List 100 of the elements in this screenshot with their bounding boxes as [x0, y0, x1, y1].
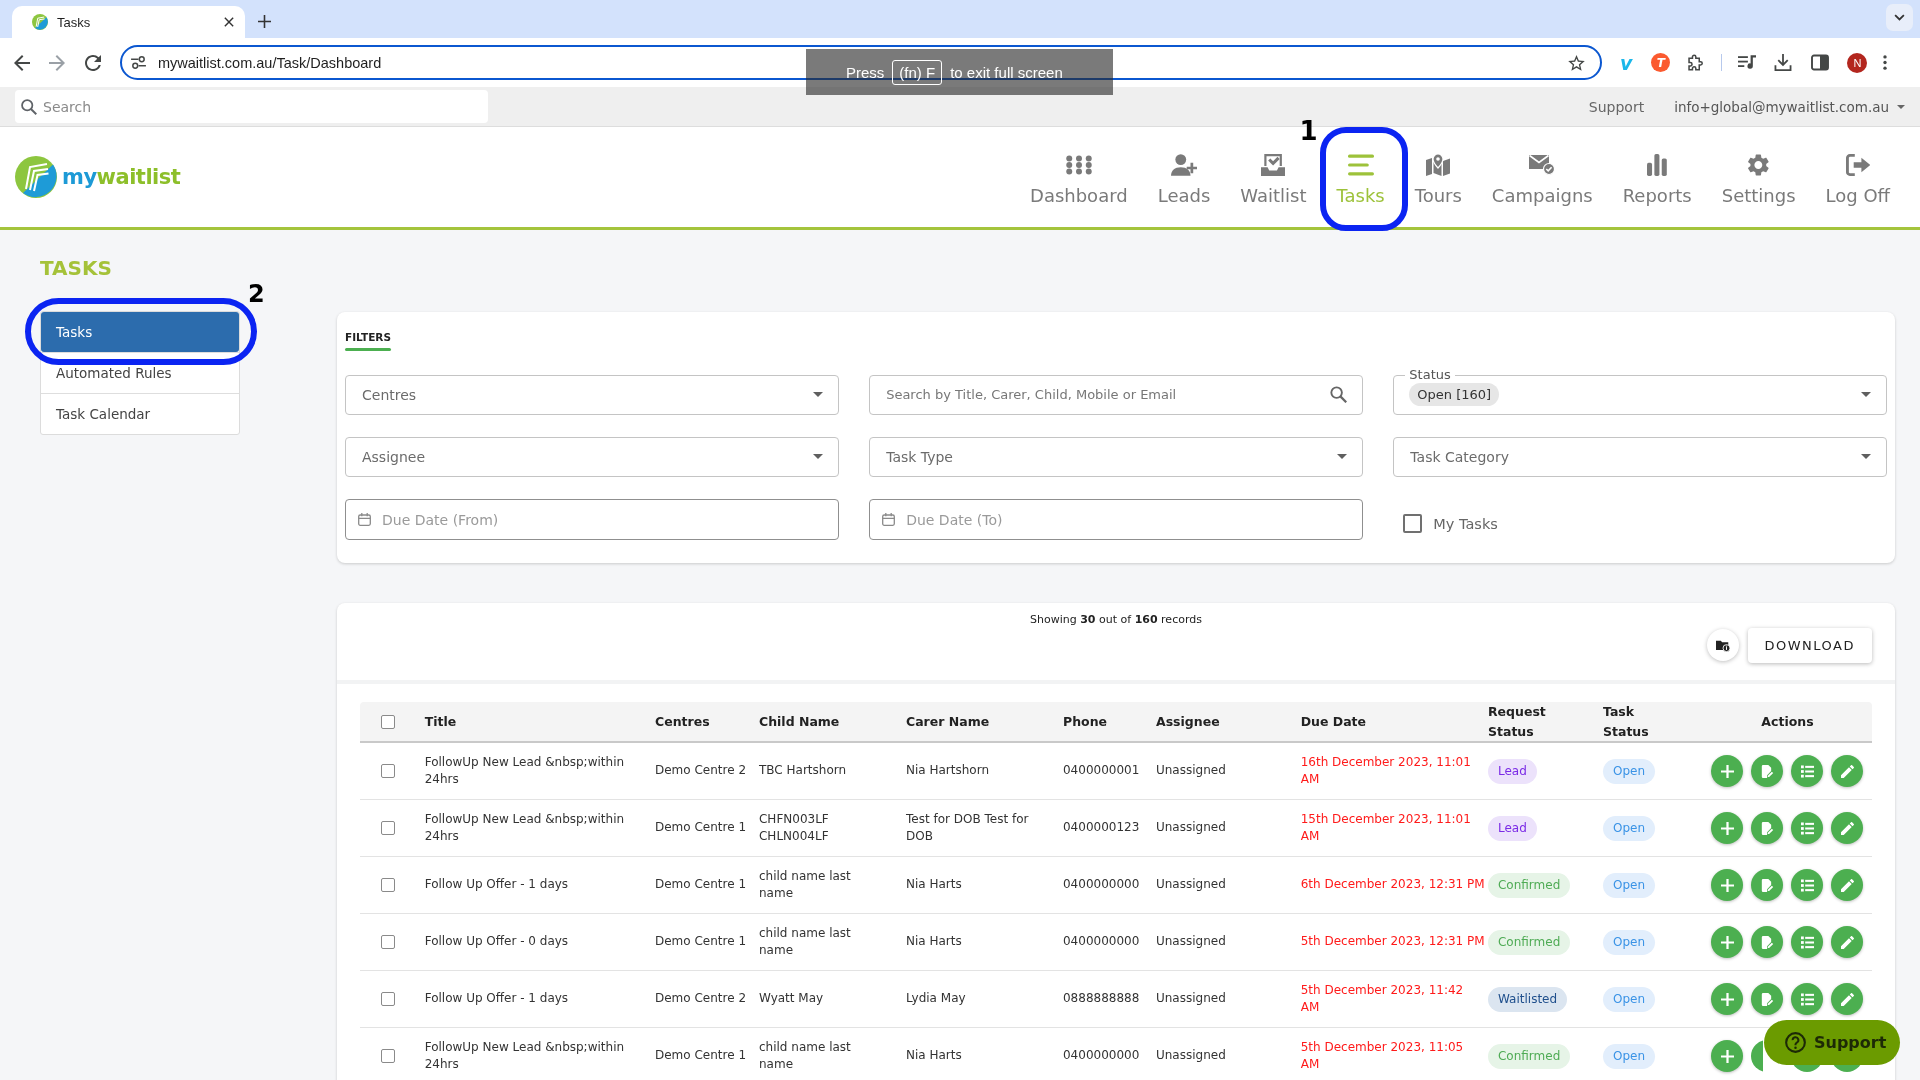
nav-item[interactable]: Settings: [1721, 152, 1796, 207]
checkbox[interactable]: [381, 878, 395, 892]
note-edit-button[interactable]: [1751, 926, 1784, 958]
add-button[interactable]: [1711, 983, 1744, 1015]
search-icon: [1329, 386, 1347, 403]
status-badge: Open: [1602, 758, 1656, 784]
table-cell-text: 15th December 2023, 11:01 AM: [1300, 810, 1472, 845]
dropdown-field[interactable]: Centres: [345, 375, 839, 415]
note-edit-button[interactable]: [1751, 755, 1784, 787]
download-icon[interactable]: [1774, 54, 1793, 71]
list-button[interactable]: [1791, 926, 1824, 958]
checkbox[interactable]: [381, 715, 395, 729]
list-button[interactable]: [1791, 983, 1824, 1015]
url-text: mywaitlist.com.au/Task/Dashboard: [158, 54, 383, 71]
status-badge: Open: [1602, 1043, 1656, 1069]
document-edit-icon: [1760, 764, 1774, 778]
table-cell-text: Demo Centre 1: [655, 1047, 748, 1065]
checkbox[interactable]: [381, 992, 395, 1006]
nav-item[interactable]: Reports: [1622, 152, 1692, 207]
search-field[interactable]: Search: [15, 90, 488, 123]
support-button[interactable]: Support: [1764, 1020, 1900, 1065]
side-panel-icon[interactable]: [1811, 54, 1830, 71]
add-button[interactable]: [1711, 812, 1744, 844]
back-arrow-icon[interactable]: [14, 54, 30, 71]
list-icon: [1800, 821, 1814, 835]
tab-list-button[interactable]: [1886, 3, 1913, 31]
add-button[interactable]: [1711, 755, 1744, 787]
account-menu[interactable]: info+global@mywaitlist.com.au: [1674, 98, 1905, 115]
profile-avatar[interactable]: N: [1847, 52, 1868, 73]
add-button[interactable]: [1711, 926, 1744, 958]
column-header: Child Name: [759, 713, 841, 731]
search-icon: [21, 98, 37, 115]
nav-item[interactable]: Leads: [1157, 152, 1211, 207]
search-field[interactable]: Search by Title, Carer, Child, Mobile or Email: [869, 375, 1363, 415]
nav-item[interactable]: Waitlist: [1240, 152, 1307, 207]
playlist-icon[interactable]: [1738, 54, 1757, 71]
table-cell-text: Nia Hartshorn: [906, 762, 990, 780]
list-button[interactable]: [1791, 755, 1824, 787]
edit-button[interactable]: [1831, 926, 1864, 958]
pencil-icon: [1840, 764, 1854, 778]
dropdown-field[interactable]: Task Type: [869, 437, 1363, 477]
note-edit-button[interactable]: [1751, 1040, 1764, 1072]
support-link[interactable]: Support: [1588, 98, 1645, 115]
nav-item[interactable]: Campaigns: [1491, 152, 1593, 207]
envelope-check-icon: [1529, 153, 1556, 176]
plus-icon: [1720, 821, 1734, 835]
page-title: TASKS: [40, 256, 112, 280]
edit-button[interactable]: [1831, 812, 1864, 844]
column-header: Task Status: [1602, 703, 1650, 741]
checkbox-label: My Tasks: [1433, 515, 1498, 532]
filters-tab[interactable]: FILTERS: [345, 330, 391, 351]
logo-text: waitlist: [96, 165, 181, 189]
folder-info-button[interactable]: [1707, 629, 1739, 662]
table-cell-text: 0400000123: [1063, 819, 1141, 837]
sidebar-item[interactable]: Automated Rules: [41, 353, 239, 393]
nav-item[interactable]: Tours: [1414, 152, 1462, 207]
note-edit-button[interactable]: [1751, 983, 1784, 1015]
date-field[interactable]: Due Date (To): [869, 499, 1363, 540]
checkbox[interactable]: [381, 935, 395, 949]
add-button[interactable]: [1711, 869, 1744, 901]
add-button[interactable]: [1711, 1040, 1744, 1072]
dropdown-field[interactable]: Task Category: [1393, 437, 1887, 477]
column-header: Title: [424, 713, 458, 731]
checkbox[interactable]: [381, 821, 395, 835]
plus-icon[interactable]: [258, 15, 271, 28]
edit-button[interactable]: [1831, 983, 1864, 1015]
checkbox[interactable]: [381, 1049, 395, 1063]
extension-button[interactable]: T: [1651, 53, 1671, 72]
browser-tab[interactable]: Tasks: [12, 6, 245, 38]
column-header: Actions: [1760, 713, 1815, 731]
download-button[interactable]: DOWNLOAD: [1747, 627, 1872, 663]
list-button[interactable]: [1791, 812, 1824, 844]
sidebar-item[interactable]: Tasks: [41, 312, 239, 352]
list-button[interactable]: [1791, 869, 1824, 901]
nav-item[interactable]: Dashboard: [1030, 152, 1128, 207]
star-icon[interactable]: [1568, 54, 1585, 71]
status-badge: Open: [1602, 815, 1656, 841]
reload-icon[interactable]: [85, 54, 101, 71]
edit-button[interactable]: [1831, 755, 1864, 787]
table-cell-text: Unassigned: [1156, 990, 1227, 1008]
more-menu-icon[interactable]: [1883, 55, 1888, 70]
date-field[interactable]: Due Date (From): [345, 499, 839, 540]
column-header: Carer Name: [906, 713, 991, 731]
puzzle-icon[interactable]: [1686, 54, 1705, 71]
note-edit-button[interactable]: [1751, 812, 1784, 844]
table-cell-text: 5th December 2023, 11:05 AM: [1300, 1038, 1465, 1073]
forward-arrow-icon[interactable]: [49, 54, 65, 71]
edit-button[interactable]: [1831, 869, 1864, 901]
filter-chip[interactable]: Open [160]: [1409, 383, 1500, 407]
nav-item[interactable]: Log Off: [1825, 152, 1890, 207]
sliders-icon[interactable]: [131, 56, 146, 69]
keyboard-key: (fn) F: [892, 59, 943, 85]
records-summary: Showing 30 out of 160 records: [1030, 611, 1202, 628]
checkbox[interactable]: [1403, 514, 1423, 533]
dropdown-field[interactable]: Assignee: [345, 437, 839, 477]
note-edit-button[interactable]: [1751, 869, 1784, 901]
table-cell-text: 5th December 2023, 12:31 PM: [1300, 933, 1486, 951]
sidebar-item[interactable]: Task Calendar: [41, 394, 239, 434]
close-icon[interactable]: [224, 17, 234, 27]
checkbox[interactable]: [381, 764, 395, 778]
